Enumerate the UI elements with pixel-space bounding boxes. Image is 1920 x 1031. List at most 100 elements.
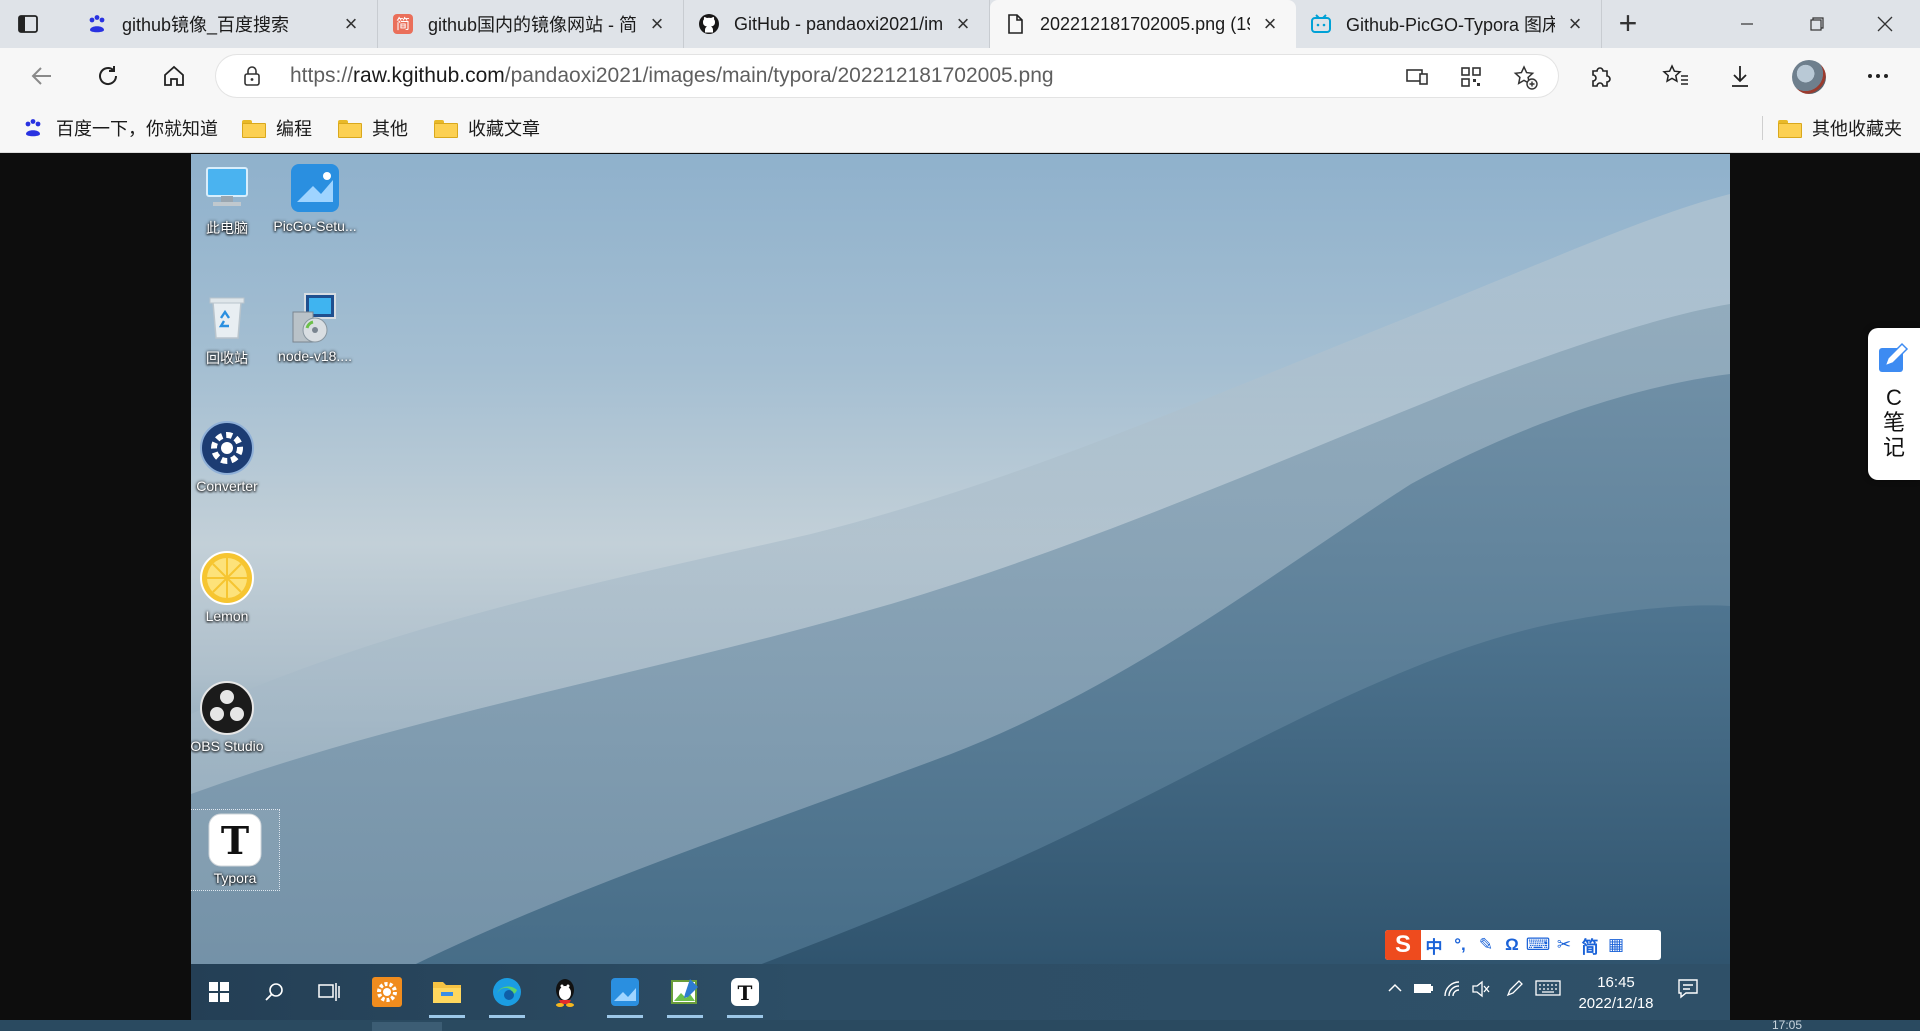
- favorite-folder-other[interactable]: 其他: [338, 114, 408, 142]
- favorite-label: 收藏文章: [468, 119, 540, 139]
- typora-taskbar-icon[interactable]: T: [723, 972, 767, 1018]
- close-tab-icon[interactable]: ×: [339, 11, 363, 36]
- settings-gear-app-icon[interactable]: [365, 972, 409, 1012]
- jianshu-icon: 简: [392, 13, 414, 35]
- svg-text:T: T: [738, 981, 753, 1005]
- favorite-folder-articles[interactable]: 收藏文章: [434, 114, 540, 142]
- close-window-button[interactable]: [1862, 8, 1908, 40]
- desktop-icon-obs-studio[interactable]: OBS Studio: [191, 680, 271, 754]
- folder-icon: [338, 118, 362, 138]
- recycle-bin-icon: [199, 290, 255, 346]
- restore-button[interactable]: [1794, 8, 1840, 40]
- favorites-icon[interactable]: [1660, 60, 1692, 92]
- minimize-button[interactable]: [1724, 8, 1770, 40]
- touch-keyboard-icon[interactable]: [1535, 980, 1561, 999]
- favorite-baidu[interactable]: 百度一下，你就知道: [22, 114, 218, 142]
- qr-code-icon[interactable]: [1458, 64, 1484, 90]
- typora-icon: T: [207, 812, 263, 868]
- ime-scissors-icon[interactable]: ✂: [1551, 935, 1577, 955]
- ime-handwriting-icon[interactable]: ✎: [1473, 935, 1499, 955]
- desktop-icon-label: OBS Studio: [191, 738, 264, 754]
- picgo-taskbar-icon[interactable]: [603, 972, 647, 1018]
- close-tab-icon[interactable]: ×: [951, 11, 975, 36]
- github-icon: [698, 13, 720, 35]
- profile-avatar[interactable]: [1792, 60, 1826, 94]
- folder-icon: [434, 118, 458, 138]
- desktop-icon-node-installer[interactable]: node-v18....: [271, 290, 359, 364]
- other-favorites-folder[interactable]: 其他收藏夹: [1778, 114, 1902, 142]
- wifi-icon[interactable]: [1443, 980, 1463, 1001]
- show-hidden-icons-icon[interactable]: [1387, 980, 1403, 999]
- taskbar-clock[interactable]: 16:45 2022/12/18: [1571, 972, 1661, 1014]
- sogou-logo-icon[interactable]: S: [1385, 930, 1421, 960]
- favorite-folder-programming[interactable]: 编程: [242, 114, 312, 142]
- ime-punctuation[interactable]: °,: [1447, 935, 1473, 955]
- back-button[interactable]: [24, 58, 60, 94]
- mountain-wallpaper: [191, 194, 1730, 1020]
- battery-icon[interactable]: [1413, 980, 1435, 999]
- tab-png-image[interactable]: 202212181702005.png (19 ×: [990, 0, 1296, 48]
- folder-icon: [1778, 118, 1802, 138]
- taskbar: T 16:45 2022/12/18: [191, 964, 1730, 1020]
- desktop-icon-picgo-setup[interactable]: PicGo-Setu...: [271, 160, 359, 234]
- tab-title: github镜像_百度搜索: [122, 15, 290, 35]
- app-available-icon[interactable]: [1404, 64, 1430, 90]
- tab-github-repo[interactable]: GitHub - pandaoxi2021/im ×: [684, 0, 990, 48]
- desktop-icon-label: node-v18....: [278, 348, 352, 364]
- desktop-icon-converter[interactable]: Converter: [191, 420, 271, 494]
- extensions-icon[interactable]: [1584, 60, 1616, 92]
- url-domain: raw.kgithub.com: [353, 64, 505, 87]
- edge-browser-icon[interactable]: [485, 972, 529, 1018]
- new-tab-button[interactable]: +: [1612, 7, 1644, 40]
- file-explorer-icon[interactable]: [425, 972, 469, 1018]
- favorite-label: 编程: [276, 119, 312, 139]
- displayed-image[interactable]: 此电脑 PicGo-Setu... 回收站 node-v18.... Conve…: [191, 154, 1730, 1020]
- browser-toolbar: https://raw.kgithub.com/pandaoxi2021/ima…: [0, 48, 1920, 104]
- lock-icon[interactable]: [242, 66, 262, 86]
- tab-baidu-search[interactable]: github镜像_百度搜索 ×: [72, 0, 378, 48]
- desktop-icon-lemon[interactable]: Lemon: [191, 550, 271, 624]
- ime-keyboard-icon[interactable]: ⌨: [1525, 935, 1551, 955]
- home-button[interactable]: [156, 58, 192, 94]
- desktop-icon-typora[interactable]: T Typora: [191, 809, 280, 891]
- desktop-icon-label: 此电脑: [206, 220, 248, 236]
- taskbar-app-indicator: [372, 1022, 442, 1031]
- add-favorite-icon[interactable]: [1512, 64, 1538, 90]
- installer-icon: [287, 290, 343, 346]
- url-text[interactable]: https://raw.kgithub.com/pandaoxi2021/ima…: [290, 64, 1054, 88]
- action-center-icon[interactable]: [1677, 978, 1699, 1003]
- address-bar[interactable]: https://raw.kgithub.com/pandaoxi2021/ima…: [216, 55, 1558, 97]
- c-notes-side-widget[interactable]: C笔记: [1868, 328, 1920, 480]
- converter-icon: [199, 420, 255, 476]
- refresh-button[interactable]: [90, 58, 126, 94]
- obs-icon: [199, 680, 255, 736]
- ime-simplified[interactable]: 简: [1577, 933, 1603, 958]
- ime-toolbar[interactable]: S 中 °, ✎ Ω ⌨ ✂ 简 ▦: [1385, 930, 1661, 960]
- search-icon[interactable]: [253, 972, 297, 1012]
- ime-chinese-mode[interactable]: 中: [1421, 933, 1447, 958]
- pen-workspace-icon[interactable]: [1505, 980, 1525, 1001]
- close-tab-icon[interactable]: ×: [645, 11, 669, 36]
- notes-pen-icon: [1868, 342, 1920, 381]
- task-view-icon[interactable]: [307, 972, 351, 1012]
- svg-text:T: T: [221, 818, 249, 863]
- ime-menu-icon[interactable]: ▦: [1603, 935, 1629, 955]
- ime-symbols-icon[interactable]: Ω: [1499, 935, 1525, 955]
- baidu-paw-icon: [86, 13, 108, 35]
- downloads-icon[interactable]: [1724, 60, 1756, 92]
- windows-start-icon[interactable]: [197, 972, 241, 1012]
- close-tab-icon[interactable]: ×: [1563, 11, 1587, 36]
- url-path: /pandaoxi2021/images/main/typora/2022121…: [504, 64, 1054, 87]
- tab-actions-icon[interactable]: [14, 10, 42, 38]
- image-editor-icon[interactable]: [663, 972, 707, 1018]
- close-tab-icon[interactable]: ×: [1258, 11, 1282, 36]
- tab-bilibili[interactable]: Github-PicGO-Typora 图床 ×: [1296, 0, 1602, 48]
- volume-muted-icon[interactable]: [1471, 980, 1491, 1001]
- qq-penguin-icon[interactable]: [543, 972, 587, 1012]
- baidu-paw-icon: [22, 117, 44, 139]
- desktop-icon-recycle-bin[interactable]: 回收站: [191, 290, 271, 368]
- tab-jianshu[interactable]: 简 github国内的镜像网站 - 简 ×: [378, 0, 684, 48]
- more-menu-icon[interactable]: [1862, 60, 1894, 92]
- clock-time: 16:45: [1597, 974, 1635, 991]
- desktop-icon-this-pc[interactable]: 此电脑: [191, 160, 271, 238]
